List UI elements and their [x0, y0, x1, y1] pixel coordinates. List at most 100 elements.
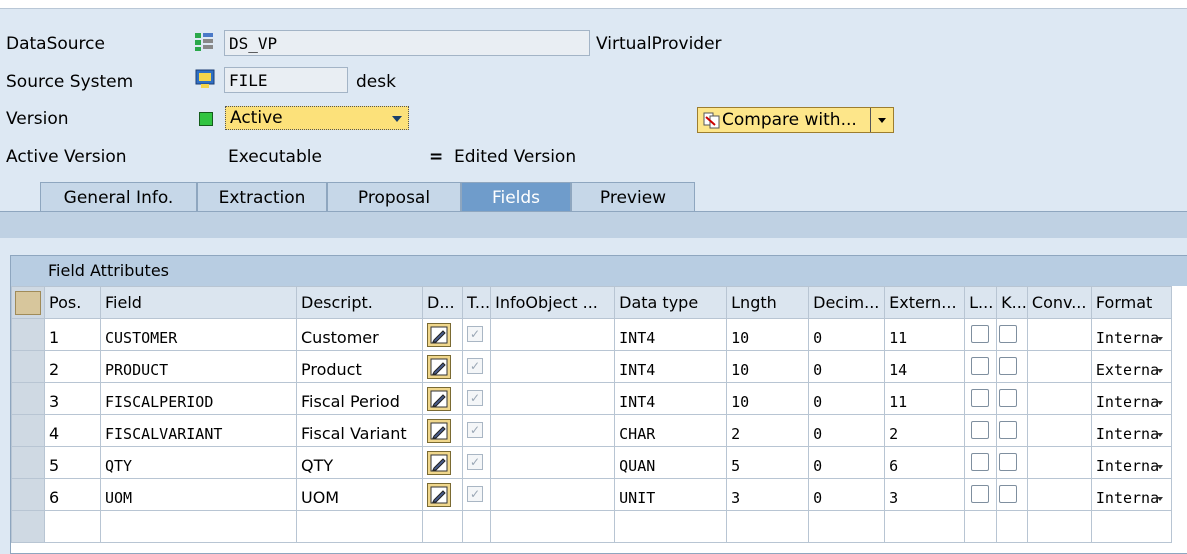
checkbox-k[interactable] — [999, 420, 1018, 439]
empty-cell[interactable] — [296, 510, 423, 543]
checkbox-k[interactable] — [999, 324, 1018, 343]
cell-length[interactable]: 3 — [726, 478, 810, 511]
row-selector[interactable] — [11, 478, 45, 511]
row-selector[interactable] — [11, 510, 45, 543]
cell-length[interactable]: 10 — [726, 382, 810, 415]
empty-cell[interactable] — [44, 510, 101, 543]
col-pos[interactable]: Pos. — [44, 286, 101, 319]
cell-pos[interactable]: 3 — [44, 382, 101, 415]
cell-infoobject[interactable] — [490, 382, 616, 415]
checkbox-l[interactable] — [971, 420, 990, 439]
cell-l[interactable] — [964, 318, 998, 351]
source-system-field[interactable]: FILE — [224, 67, 348, 93]
cell-external[interactable]: 11 — [884, 318, 966, 351]
cell-infoobject[interactable] — [490, 318, 616, 351]
menu-arrow-icon[interactable] — [878, 118, 886, 123]
edit-icon[interactable] — [427, 418, 451, 443]
table-row[interactable]: 5 QTY QTY ✓ QUAN 5 0 6 Interna — [11, 446, 1172, 479]
cell-data-type[interactable]: INT4 — [614, 318, 728, 351]
table-row[interactable]: 2 PRODUCT Product ✓ INT4 10 0 14 Externa — [11, 350, 1172, 383]
cell-decimals[interactable]: 0 — [808, 414, 886, 447]
col-external[interactable]: Extern... — [884, 286, 966, 319]
checkbox-k[interactable] — [999, 484, 1018, 503]
row-selector[interactable] — [11, 318, 45, 351]
table-row[interactable]: 4 FISCALVARIANT Fiscal Variant ✓ CHAR 2 0 2 Inte… — [11, 414, 1172, 447]
cell-data-type[interactable]: QUAN — [614, 446, 728, 479]
cell-field[interactable]: UOM — [100, 478, 297, 511]
cell-data-type[interactable]: UNIT — [614, 478, 728, 511]
row-selector[interactable] — [11, 446, 45, 479]
empty-cell[interactable] — [996, 510, 1028, 543]
cell-data-type[interactable]: CHAR — [614, 414, 728, 447]
empty-cell[interactable] — [461, 510, 492, 543]
cell-edit[interactable] — [422, 382, 463, 415]
format-select[interactable]: Interna — [1096, 329, 1159, 347]
col-field[interactable]: Field — [100, 286, 297, 319]
edit-icon[interactable] — [427, 322, 451, 347]
cell-k[interactable] — [996, 414, 1028, 447]
col-conv[interactable]: Conv... — [1026, 286, 1092, 319]
format-select[interactable]: Interna — [1096, 393, 1159, 411]
cell-descript[interactable]: Fiscal Variant — [296, 414, 423, 447]
cell-external[interactable]: 11 — [884, 382, 966, 415]
cell-descript[interactable]: Customer — [296, 318, 423, 351]
col-t[interactable]: T... — [461, 286, 492, 319]
cell-infoobject[interactable] — [490, 350, 616, 383]
tab-extraction[interactable]: Extraction — [197, 182, 327, 212]
cell-k[interactable] — [996, 446, 1028, 479]
tab-proposal[interactable]: Proposal — [327, 182, 461, 212]
cell-descript[interactable]: UOM — [296, 478, 423, 511]
col-data-type[interactable]: Data type — [614, 286, 728, 319]
cell-infoobject[interactable] — [490, 414, 616, 447]
col-infoobject[interactable]: InfoObject ... — [490, 286, 616, 319]
cell-pos[interactable]: 2 — [44, 350, 101, 383]
format-select[interactable]: Interna — [1096, 425, 1159, 443]
cell-external[interactable]: 14 — [884, 350, 966, 383]
checkbox-l[interactable] — [971, 324, 990, 343]
empty-cell[interactable] — [884, 510, 966, 543]
cell-field[interactable]: PRODUCT — [100, 350, 297, 383]
cell-l[interactable] — [964, 350, 998, 383]
checkbox-l[interactable] — [971, 452, 990, 471]
cell-k[interactable] — [996, 350, 1028, 383]
tab-fields[interactable]: Fields — [461, 182, 571, 212]
cell-infoobject[interactable] — [490, 446, 616, 479]
edit-icon[interactable] — [427, 354, 451, 379]
table-row[interactable]: 1 CUSTOMER Customer ✓ INT4 10 0 11 Interna — [11, 318, 1172, 351]
cell-length[interactable]: 5 — [726, 446, 810, 479]
checkbox-k[interactable] — [999, 452, 1018, 471]
cell-format[interactable]: Interna — [1090, 414, 1172, 447]
cell-edit[interactable] — [422, 350, 463, 383]
empty-cell[interactable] — [964, 510, 998, 543]
cell-l[interactable] — [964, 382, 998, 415]
cell-conv[interactable] — [1026, 382, 1092, 415]
table-row[interactable]: 6 UOM UOM ✓ UNIT 3 0 3 Interna — [11, 478, 1172, 511]
cell-field[interactable]: FISCALPERIOD — [100, 382, 297, 415]
select-all-cell[interactable] — [11, 286, 45, 319]
row-selector[interactable] — [11, 382, 45, 415]
compare-with-button[interactable]: Compare with... — [697, 107, 894, 133]
cell-l[interactable] — [964, 446, 998, 479]
cell-decimals[interactable]: 0 — [808, 318, 886, 351]
cell-external[interactable]: 6 — [884, 446, 966, 479]
row-selector[interactable] — [11, 414, 45, 447]
format-select[interactable]: Externa — [1096, 361, 1159, 379]
cell-decimals[interactable]: 0 — [808, 478, 886, 511]
empty-cell[interactable] — [100, 510, 297, 543]
cell-edit[interactable] — [422, 318, 463, 351]
col-length[interactable]: Lngth — [726, 286, 810, 319]
col-descript[interactable]: Descript. — [296, 286, 423, 319]
cell-decimals[interactable]: 0 — [808, 446, 886, 479]
cell-field[interactable]: QTY — [100, 446, 297, 479]
cell-conv[interactable] — [1026, 350, 1092, 383]
col-decimals[interactable]: Decim... — [808, 286, 886, 319]
checkbox-l[interactable] — [971, 388, 990, 407]
checkbox-l[interactable] — [971, 356, 990, 375]
empty-cell[interactable] — [1026, 510, 1092, 543]
cell-external[interactable]: 3 — [884, 478, 966, 511]
cell-field[interactable]: FISCALVARIANT — [100, 414, 297, 447]
cell-format[interactable]: Interna — [1090, 318, 1172, 351]
col-k[interactable]: K... — [996, 286, 1028, 319]
tab-general-info[interactable]: General Info. — [40, 182, 197, 212]
col-d[interactable]: D... — [422, 286, 463, 319]
